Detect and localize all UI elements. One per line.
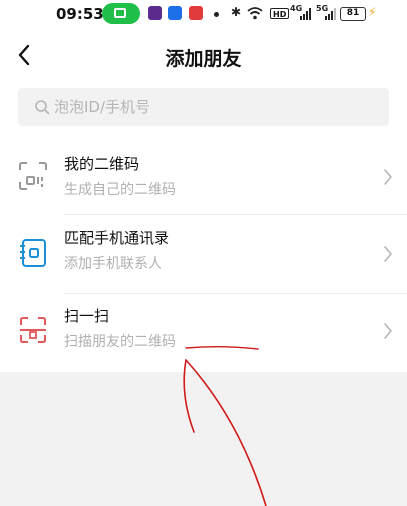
status-time: 09:53 xyxy=(56,5,104,23)
notification-dot-icon xyxy=(214,12,219,17)
signal-icon-2 xyxy=(325,8,336,20)
chevron-right-icon xyxy=(384,169,392,185)
status-bar: 09:53 ✱ HD 4G 5G 81 ⚡ xyxy=(0,0,407,30)
item-title: 扫一扫 xyxy=(64,307,110,325)
qr-code-icon xyxy=(19,162,47,190)
screen-cast-icon[interactable] xyxy=(102,3,140,24)
list-item-scan[interactable]: 扫一扫 扫描朋友的二维码 xyxy=(0,294,407,370)
list-item-match-contacts[interactable]: 匹配手机通讯录 添加手机联系人 xyxy=(0,218,407,294)
item-title: 匹配手机通讯录 xyxy=(64,229,170,247)
item-subtitle: 扫描朋友的二维码 xyxy=(64,334,176,350)
chevron-right-icon xyxy=(384,246,392,262)
app-icon xyxy=(168,6,182,20)
list-item-my-qr-code[interactable]: 我的二维码 生成自己的二维码 xyxy=(0,142,407,218)
charging-icon: ⚡ xyxy=(368,5,377,19)
header: 添加朋友 xyxy=(0,30,407,82)
video-app-icon xyxy=(148,6,162,20)
page-title: 添加朋友 xyxy=(165,48,242,70)
divider xyxy=(64,214,407,215)
battery-indicator: 81 xyxy=(340,7,366,21)
search-section xyxy=(0,82,407,142)
hd-badge: HD xyxy=(270,8,290,19)
signal-icon xyxy=(300,8,311,20)
item-subtitle: 生成自己的二维码 xyxy=(64,182,176,198)
bluetooth-icon: ✱ xyxy=(231,5,242,19)
item-title: 我的二维码 xyxy=(64,155,140,173)
chevron-right-icon xyxy=(384,323,392,339)
search-icon xyxy=(35,100,50,115)
scan-icon xyxy=(20,317,46,343)
search-input[interactable] xyxy=(54,88,374,126)
contacts-book-icon xyxy=(20,239,46,267)
wifi-icon xyxy=(247,7,263,20)
search-box[interactable] xyxy=(18,88,389,126)
news-app-icon xyxy=(189,6,203,20)
item-subtitle: 添加手机联系人 xyxy=(64,256,162,272)
add-friend-options: 我的二维码 生成自己的二维码 匹配手机通讯录 添加手机联系人 扫一扫 扫描朋友的… xyxy=(0,142,407,372)
